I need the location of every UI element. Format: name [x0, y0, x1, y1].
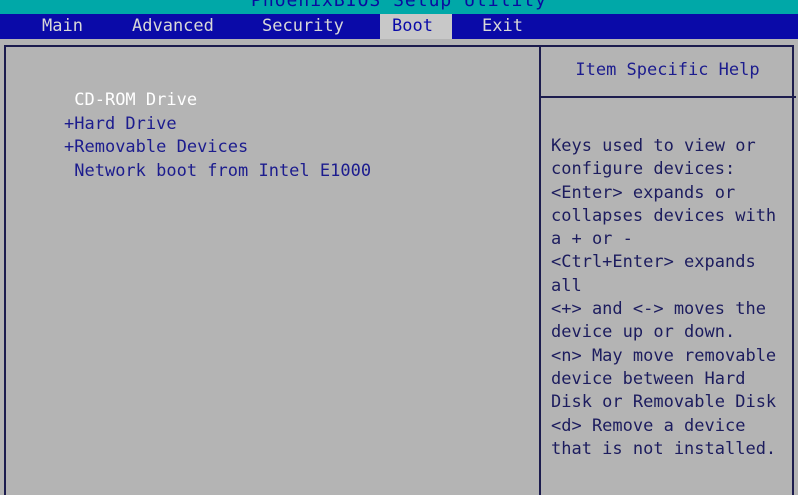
help-line: <d> Remove a device — [551, 415, 746, 436]
help-line: collapses devices with — [551, 205, 777, 226]
help-line: <n> May move removable — [551, 345, 777, 366]
help-line: Disk or Removable Disk — [551, 392, 777, 413]
help-line: configure devices: — [551, 159, 736, 180]
boot-item-network[interactable]: Network boot from Intel E1000 — [64, 160, 371, 184]
boot-item-label: Network boot from Intel E1000 — [74, 160, 372, 181]
boot-item-hard-drive[interactable]: +Hard Drive — [64, 113, 371, 137]
boot-item-label: Hard Drive — [74, 113, 177, 134]
panel-divider — [539, 47, 541, 495]
expand-marker: + — [64, 137, 75, 157]
help-line: Keys used to view or — [551, 136, 756, 156]
help-line: a + or - — [551, 229, 633, 250]
help-line: <Enter> expands or — [551, 182, 736, 203]
tab-advanced[interactable]: Advanced — [120, 14, 226, 39]
boot-item-cdrom[interactable]: CD-ROM Drive — [64, 89, 371, 113]
title-bar: PhoenixBIOS Setup Utility — [0, 0, 798, 14]
help-line: <Ctrl+Enter> expands — [551, 252, 756, 273]
help-text: Keys used to view or configure devices: … — [551, 135, 791, 461]
boot-item-marker — [64, 90, 74, 110]
help-separator — [541, 96, 796, 98]
help-line: that is not installed. — [551, 438, 777, 459]
help-line: device up or down. — [551, 322, 736, 343]
boot-item-removable-devices[interactable]: +Removable Devices — [64, 136, 371, 160]
help-title: Item Specific Help — [575, 60, 760, 80]
help-line: <+> and <-> moves the — [551, 299, 766, 320]
window-title: PhoenixBIOS Setup Utility — [251, 0, 547, 11]
help-line: all — [551, 275, 582, 296]
tab-security[interactable]: Security — [250, 14, 356, 39]
tab-boot[interactable]: Boot — [380, 14, 452, 39]
tab-main[interactable]: Main — [30, 14, 95, 39]
help-line: device between Hard — [551, 368, 746, 389]
boot-order-list: CD-ROM Drive +Hard Drive +Removable Devi… — [64, 89, 371, 183]
tab-exit[interactable]: Exit — [470, 14, 535, 39]
boot-item-label: CD-ROM Drive — [74, 90, 198, 110]
main-panel: CD-ROM Drive +Hard Drive +Removable Devi… — [4, 45, 796, 495]
expand-marker: + — [64, 113, 75, 134]
boot-item-marker — [64, 161, 74, 181]
boot-item-label: Removable Devices — [74, 137, 249, 157]
menu-bar: Main Advanced Security Boot Exit — [0, 14, 798, 39]
